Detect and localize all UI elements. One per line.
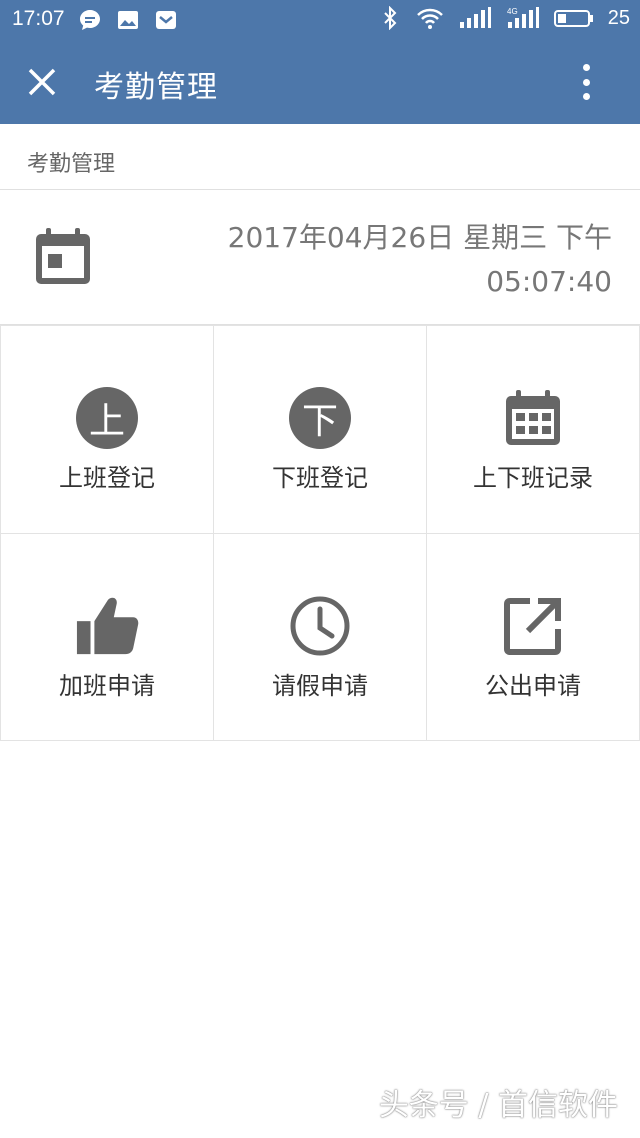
leave-request-label: 请假申请 — [272, 671, 368, 700]
breadcrumb: 考勤管理 — [0, 124, 640, 190]
bluetooth-icon — [384, 6, 397, 30]
leave-request-button[interactable]: 请假申请 — [214, 533, 427, 741]
check-in-label: 上班登记 — [59, 464, 155, 492]
check-in-button[interactable]: 上 上班登记 — [1, 326, 214, 534]
business-trip-request-button[interactable]: 公出申请 — [427, 533, 640, 741]
time-line: 05:07:40 — [486, 265, 612, 298]
attendance-record-label: 上下班记录 — [473, 464, 593, 492]
overtime-request-label: 加班申请 — [59, 671, 155, 700]
wifi-icon — [416, 8, 443, 29]
close-icon — [28, 68, 56, 96]
overtime-request-button[interactable]: 加班申请 — [1, 533, 214, 741]
battery-level: 25 — [607, 6, 630, 29]
calendar-icon — [501, 386, 565, 450]
business-trip-request-label: 公出申请 — [485, 671, 581, 700]
watermark: 头条号 / 首信软件 — [378, 1088, 618, 1123]
date-display: 2017年04月26日 星期三 下午 05:07:40 — [0, 190, 640, 325]
image-icon — [118, 11, 138, 29]
check-in-icon: 上 — [75, 386, 139, 450]
battery-icon — [553, 10, 593, 27]
signal-icon — [459, 7, 491, 28]
more-vert-icon — [582, 64, 590, 71]
page-title: 考勤管理 — [94, 70, 218, 105]
attendance-record-button[interactable]: 上下班记录 — [427, 326, 640, 534]
status-time: 17:07 — [12, 7, 65, 30]
check-out-icon: 下 — [288, 386, 352, 450]
mail-icon — [156, 11, 176, 29]
external-link-icon — [501, 594, 565, 658]
current-datetime: 2017年04月26日 星期三 下午 05:07:40 — [228, 216, 612, 304]
app-bar: 考勤管理 — [0, 40, 640, 124]
check-out-label: 下班登记 — [272, 464, 368, 492]
breadcrumb-label: 考勤管理 — [27, 152, 116, 177]
network-type-label: 4G — [507, 7, 518, 16]
function-grid: 上 上班登记 下 下班登记 上下班记录 加班申请 请假申请 公出申请 — [0, 325, 640, 741]
system-icons: 4G 25 — [378, 6, 630, 30]
clock-icon — [288, 594, 352, 658]
signal-4g-icon: 4G — [507, 7, 539, 28]
thumbs-up-icon — [75, 594, 139, 658]
date-line: 2017年04月26日 星期三 下午 — [227, 221, 612, 254]
chat-icon — [80, 10, 100, 30]
close-button[interactable] — [22, 62, 62, 102]
more-options-button[interactable] — [576, 62, 596, 102]
calendar-date-icon — [36, 228, 90, 284]
check-out-button[interactable]: 下 下班登记 — [214, 326, 427, 534]
notification-icons — [78, 8, 178, 32]
status-bar: 17:07 4G 25 — [0, 0, 640, 40]
